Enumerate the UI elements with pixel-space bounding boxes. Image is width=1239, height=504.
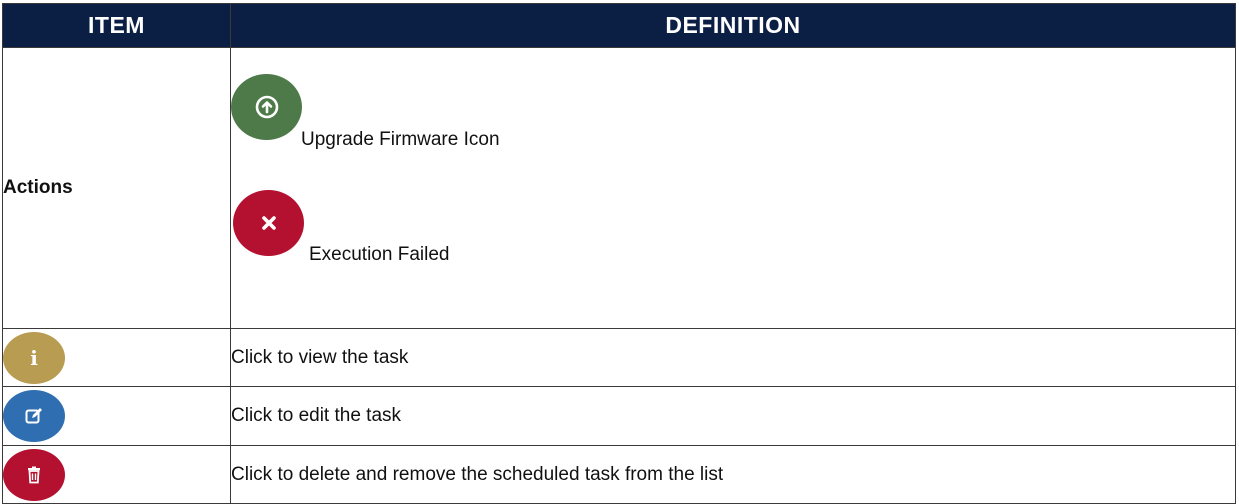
view-task-button[interactable]: i [3,331,65,384]
upgrade-firmware-icon [231,74,302,140]
header-definition: DEFINITION [230,3,1236,48]
table-row-actions: Actions Upgrade Firmware Icon Execution … [2,47,1236,329]
edit-task-button[interactable] [3,390,65,442]
header-row: ITEM DEFINITION [2,3,1236,48]
definition-cell-view: Click to view the task [230,328,1236,387]
upgrade-arrow-icon [255,95,278,119]
execution-failed-icon [233,190,304,256]
close-x-icon [261,216,276,230]
definition-cell-actions: Upgrade Firmware Icon Execution Failed [230,47,1236,329]
trash-icon [28,466,40,483]
definition-cell-delete: Click to delete and remove the scheduled… [230,445,1236,504]
item-cell-edit [2,386,231,446]
edit-icon [25,408,42,424]
info-icon: i [30,345,38,370]
table-row-delete: Click to delete and remove the scheduled… [2,445,1236,504]
definitions-table: ITEM DEFINITION Actions Upgrade Firmware… [2,3,1236,504]
item-cell-view: i [2,328,231,387]
item-cell-actions: Actions [2,47,231,329]
item-label-actions: Actions [3,177,73,198]
definition-cell-edit: Click to edit the task [230,386,1236,446]
table-row-view: i Click to view the task [2,328,1236,387]
delete-task-button[interactable] [3,448,65,501]
table-row-edit: Click to edit the task [2,386,1236,446]
header-item: ITEM [2,3,231,48]
item-cell-delete [2,445,231,504]
upgrade-firmware-label: Upgrade Firmware Icon [301,129,500,150]
execution-failed-label: Execution Failed [309,244,450,265]
